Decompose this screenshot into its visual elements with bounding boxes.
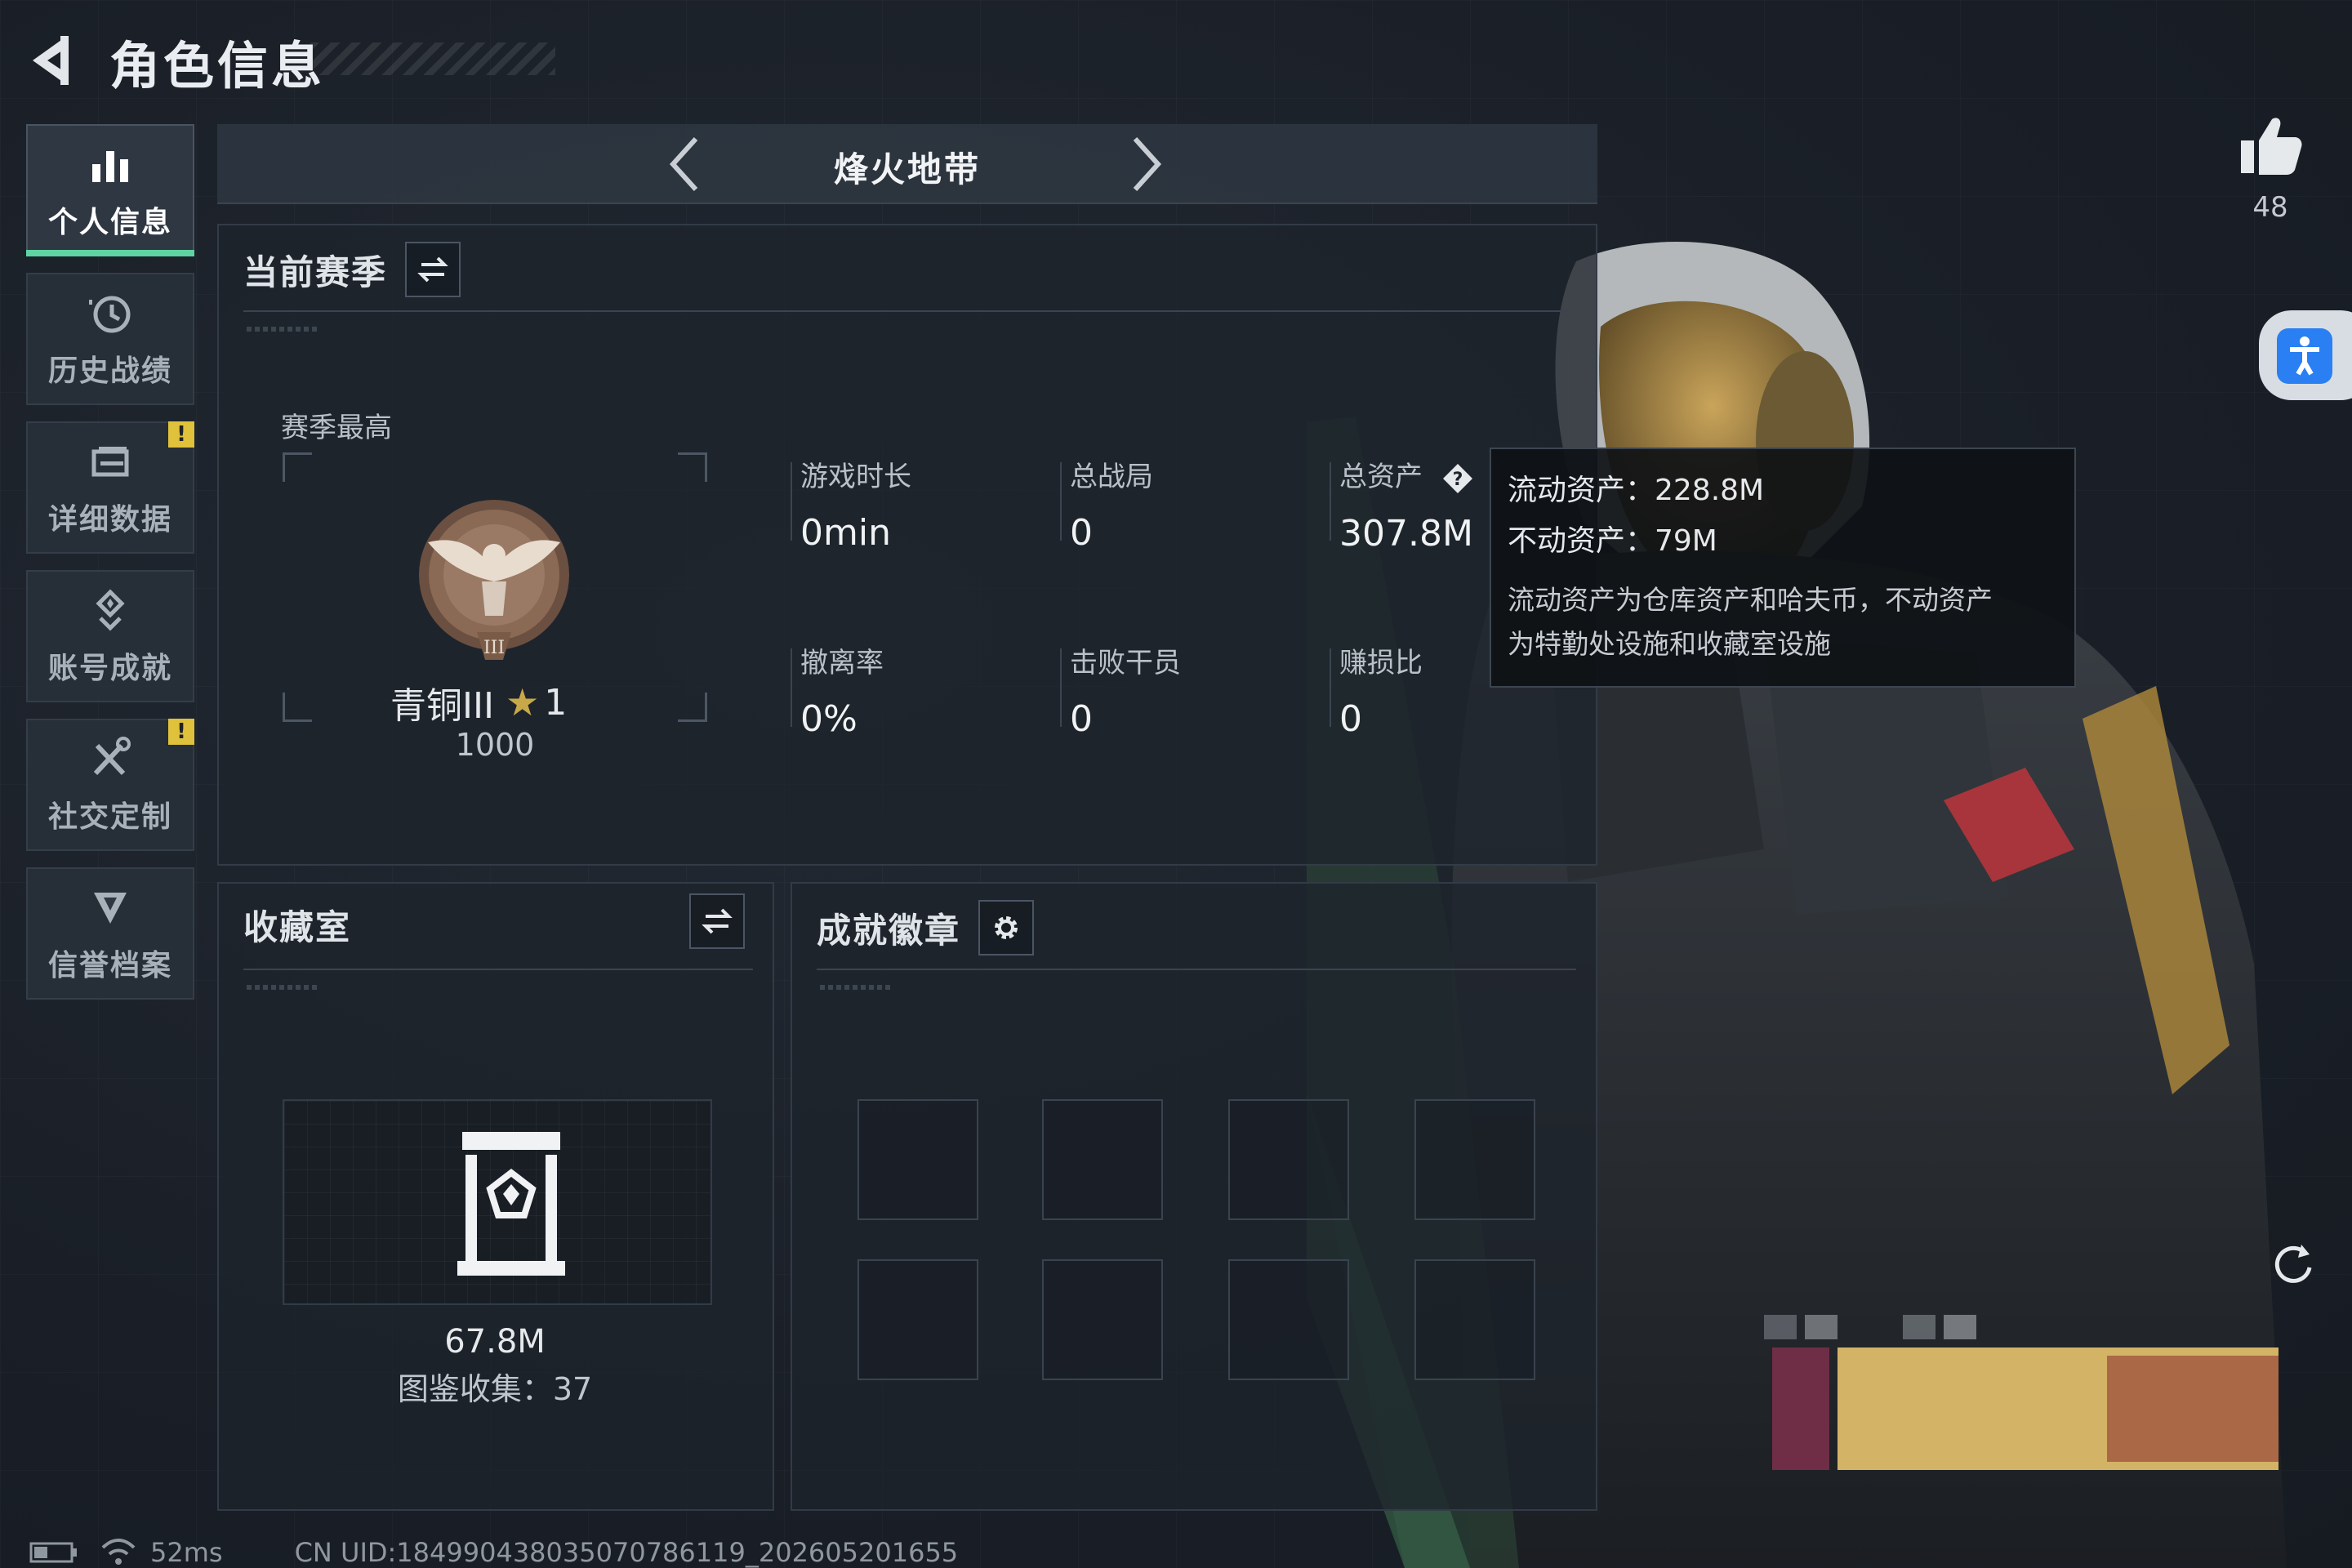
collection-preview[interactable] [283, 1099, 712, 1305]
nav-item-label: 账号成就 [47, 652, 172, 685]
bronze-rank-emblem-icon: III [419, 500, 569, 660]
stat-extract-rate: 撤离率 0% [800, 647, 884, 740]
gear-icon [995, 916, 1018, 939]
nav-item-label: 详细数据 [47, 503, 172, 537]
season-best-label: 赛季最高 [281, 412, 392, 444]
folder-icon [91, 447, 129, 477]
nav-item-history[interactable]: 历史战绩 [26, 273, 194, 405]
badge-slot[interactable] [858, 1259, 978, 1380]
like-count: 48 [2252, 191, 2288, 224]
status-bar: 52ms CN UID:1849904380350707861​19_20260… [29, 1537, 958, 1568]
switch-button[interactable] [405, 242, 461, 297]
badge-slot[interactable] [1042, 1259, 1163, 1380]
wifi-icon [101, 1539, 136, 1565]
stat-kills: 击败干员 0 [1070, 647, 1181, 740]
tooltip-liquid-assets: 流动资产：228.8M [1508, 474, 1765, 507]
bar-chart-icon [92, 151, 128, 182]
nav-item-credit-file[interactable]: 信誉档案 [26, 867, 194, 1000]
nav-item-achievements[interactable]: 账号成就 [26, 570, 194, 702]
warning-badge: ! [168, 719, 194, 745]
svg-text:III: III [483, 638, 505, 658]
back-arrow-icon[interactable] [24, 31, 82, 90]
stat-profit-ratio: 赚损比 0 [1339, 647, 1423, 740]
uid-readout: CN UID:1849904380350707861​19_2026052016… [294, 1537, 959, 1568]
vault-display-icon [457, 1132, 565, 1276]
collection-value: 67.8M [444, 1323, 546, 1361]
achievement-badges-panel: 成就徽章 [791, 882, 1597, 1511]
badge-slot[interactable] [1228, 1099, 1349, 1220]
page-title: 角色信息 [109, 36, 326, 96]
mode-selector: 烽火地带 [217, 124, 1597, 204]
panel-title: 当前赛季 [243, 252, 388, 292]
accessibility-icon [2290, 336, 2319, 376]
stat-total-matches: 总战局 0 [1070, 461, 1153, 554]
rank-name: 青铜III ★ 1 [390, 680, 568, 727]
ping-readout: 52ms [150, 1537, 223, 1568]
star-icon: ★ [505, 680, 540, 724]
left-nav: 个人信息 历史战绩 ! 详细数据 账号成就 ! 社交定制 信誉档案 [26, 124, 194, 1016]
stat-total-assets: 总资产 ? 307.8M [1339, 461, 1474, 555]
tools-icon [93, 737, 131, 776]
tooltip-note: 流动资产为仓库资产和哈夫币，不动资产 为特勤处设施和收藏室设施 [1508, 584, 1993, 660]
thumbs-up-icon[interactable] [2238, 114, 2303, 176]
badge-slot[interactable] [1414, 1099, 1535, 1220]
swap-icon [702, 908, 733, 934]
role-info-screen: 角色信息 个人信息 历史战绩 ! 详细数据 账号成就 ! 社交定制 信誉档案 烽… [0, 0, 2352, 1568]
rank-score: 1000 [455, 727, 535, 763]
swap-icon [417, 256, 448, 283]
mode-title: 烽火地带 [833, 149, 981, 189]
shield-emblem-icon [94, 893, 127, 924]
badge-settings-button[interactable] [978, 900, 1035, 956]
panel-title: 成就徽章 [817, 910, 961, 951]
panel-title: 收藏室 [243, 907, 352, 947]
badge-slot[interactable] [858, 1099, 978, 1220]
stat-play-time: 游戏时长 0min [800, 461, 911, 554]
badge-slot[interactable] [1228, 1259, 1349, 1380]
achievement-icon [96, 589, 125, 631]
nav-item-personal-info[interactable]: 个人信息 [26, 124, 194, 256]
history-clock-icon [89, 296, 131, 333]
battery-icon [29, 1542, 77, 1563]
nav-item-label: 个人信息 [47, 206, 172, 239]
nav-item-social-custom[interactable]: ! 社交定制 [26, 719, 194, 851]
help-diamond-icon[interactable]: ? [1441, 462, 1474, 495]
assets-tooltip: 流动资产：228.8M 不动资产：79M 流动资产为仓库资产和哈夫币，不动资产 … [1490, 448, 2076, 688]
nav-item-label: 社交定制 [47, 800, 172, 834]
collection-panel: 收藏室 67.8M 图鉴收集：37 [217, 882, 774, 1511]
badge-slot[interactable] [1414, 1259, 1535, 1380]
nav-item-detailed-data[interactable]: ! 详细数据 [26, 421, 194, 554]
collection-count: 图鉴收集：37 [397, 1371, 593, 1407]
rotate-icon[interactable] [2265, 1236, 2319, 1290]
like-area[interactable]: 48 [2238, 114, 2303, 224]
rank-stars: 1 [544, 681, 568, 724]
collection-switch-button[interactable] [689, 893, 745, 949]
chevron-right-icon[interactable] [1116, 134, 1173, 194]
nav-item-label: 历史战绩 [47, 354, 172, 388]
svg-text:?: ? [1452, 470, 1463, 490]
title-decoration [310, 42, 555, 75]
badge-slot[interactable] [1042, 1099, 1163, 1220]
nav-item-label: 信誉档案 [47, 949, 172, 982]
tooltip-fixed-assets: 不动资产：79M [1508, 524, 1717, 558]
accessibility-button[interactable] [2259, 310, 2352, 400]
warning-badge: ! [168, 421, 194, 448]
current-season-panel: 当前赛季 赛季最高 III 青铜III ★ 1 1000 游戏时长 0min 总… [217, 224, 1597, 866]
